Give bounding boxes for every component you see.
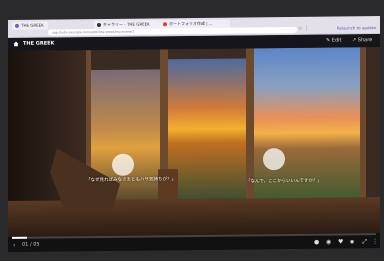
comment-icon[interactable]: ◉ <box>326 239 331 246</box>
projected-screen: THE GREEK ギャラリー - THE GREEK ポートフォリオ作成 | … <box>8 16 380 252</box>
edit-label: Edit <box>331 37 342 44</box>
window-view <box>168 58 246 200</box>
panorama-viewer[interactable]: 「なぜ見ればみなさまともハサ気持ちが？」 「なんで、ここからいいんですか？」 <box>8 47 380 237</box>
hotspot-caption-right: 「なんで、ここからいいんですか？」 <box>246 178 322 185</box>
browser-tab[interactable]: THE GREEK <box>12 21 48 30</box>
app-title: THE GREEK <box>23 40 55 47</box>
chevron-left-icon[interactable]: ‹ <box>13 242 15 249</box>
fullscreen-icon[interactable]: ⤢ <box>362 238 367 246</box>
edit-button[interactable]: ✎ Edit <box>326 37 341 43</box>
viewer-footer: ‹ 01 / 05 ● ◉ ♥ ▪ ⤢ ⋮ <box>8 233 380 252</box>
chat-icon[interactable]: ▪ <box>350 238 354 245</box>
tab-favicon-icon <box>163 22 167 27</box>
side-table <box>158 169 178 200</box>
tab-label: ポートフォリオ作成 | ... <box>169 20 213 27</box>
home-icon[interactable] <box>13 41 19 47</box>
bookmark-star-icon[interactable]: ☆ ⋮ <box>298 26 309 32</box>
hotspot-marker-left[interactable] <box>112 153 134 176</box>
tab-label: THE GREEK <box>21 22 44 28</box>
heart-icon[interactable]: ♥ <box>338 238 343 245</box>
tab-label: ギャラリー - THE GREEK <box>103 21 150 27</box>
hotspot-caption-left: 「なぜ見ればみなさまともハサ気持ちが？」 <box>86 177 176 184</box>
hotspot-marker-right[interactable] <box>263 148 285 171</box>
menu-icon[interactable]: ⋮ <box>372 238 378 245</box>
scene-progress-fill <box>12 236 27 239</box>
window-frame <box>360 47 366 203</box>
share-button[interactable]: ↗ Share <box>352 37 372 43</box>
address-bar[interactable]: app.studio.example.com/editor/the-greek/… <box>48 26 297 36</box>
tab-favicon-icon <box>97 22 101 28</box>
share-label: Share <box>357 37 373 44</box>
scene-counter: 01 / 05 <box>22 241 40 248</box>
relaunch-button[interactable]: Relaunch to update <box>337 25 376 30</box>
tab-favicon-icon <box>15 23 19 28</box>
info-icon[interactable]: ● <box>314 239 319 246</box>
